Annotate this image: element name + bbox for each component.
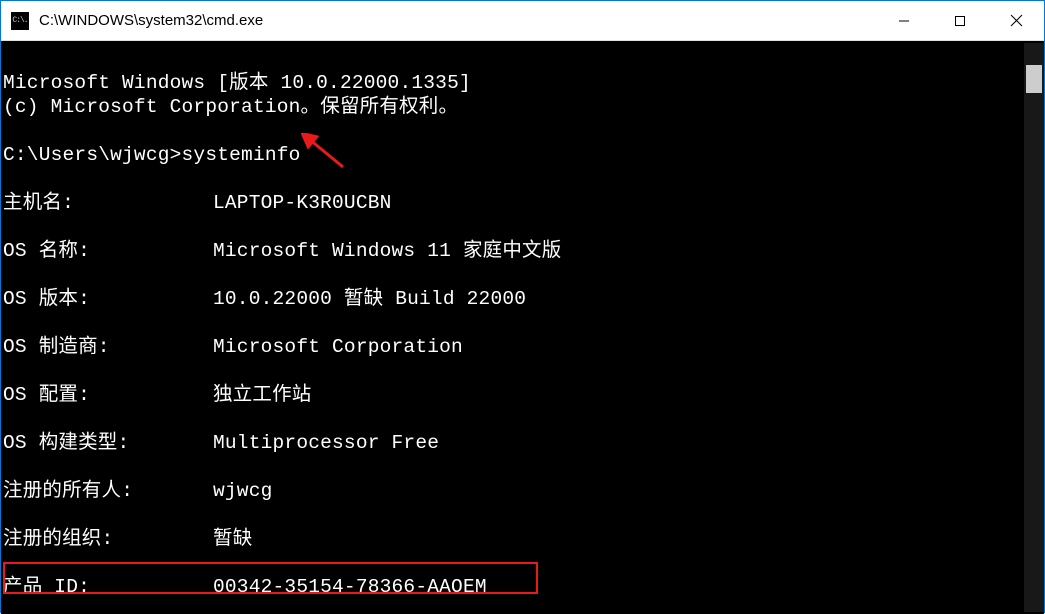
prompt-command: systeminfo [182, 144, 301, 166]
terminal-area[interactable]: Microsoft Windows [版本 10.0.22000.1335] (… [1, 41, 1044, 614]
os-name-value: Microsoft Windows 11 家庭中文版 [213, 239, 561, 263]
reg-org-value: 暂缺 [213, 527, 252, 551]
product-id-label: 产品 ID: [3, 575, 213, 599]
host-label: 主机名: [3, 191, 213, 215]
window-titlebar: C:\. C:\WINDOWS\system32\cmd.exe [1, 1, 1044, 41]
copyright-line: (c) Microsoft Corporation。保留所有权利。 [3, 96, 458, 118]
os-mfr-label: OS 制造商: [3, 335, 213, 359]
scrollbar-thumb[interactable] [1026, 65, 1042, 93]
os-config-label: OS 配置: [3, 383, 213, 407]
os-version-value: 10.0.22000 暂缺 Build 22000 [213, 287, 526, 311]
window-controls [876, 1, 1044, 40]
host-value: LAPTOP-K3R0UCBN [213, 191, 392, 215]
prompt-path: C:\Users\wjwcg> [3, 144, 182, 166]
maximize-button[interactable] [932, 1, 988, 40]
arrow-annotation-icon [301, 133, 351, 173]
reg-owner-value: wjwcg [213, 479, 273, 503]
reg-org-label: 注册的组织: [3, 527, 213, 551]
cmd-icon: C:\. [11, 12, 29, 30]
version-line: Microsoft Windows [版本 10.0.22000.1335] [3, 72, 471, 94]
os-config-value: 独立工作站 [213, 383, 312, 407]
os-version-label: OS 版本: [3, 287, 213, 311]
scrollbar-track[interactable] [1024, 43, 1044, 612]
os-name-label: OS 名称: [3, 239, 213, 263]
os-build-label: OS 构建类型: [3, 431, 213, 455]
close-button[interactable] [988, 1, 1044, 40]
product-id-value: 00342-35154-78366-AAOEM [213, 575, 487, 599]
window-title: C:\WINDOWS\system32\cmd.exe [39, 12, 876, 29]
os-build-value: Multiprocessor Free [213, 431, 439, 455]
reg-owner-label: 注册的所有人: [3, 479, 213, 503]
minimize-button[interactable] [876, 1, 932, 40]
os-mfr-value: Microsoft Corporation [213, 335, 463, 359]
